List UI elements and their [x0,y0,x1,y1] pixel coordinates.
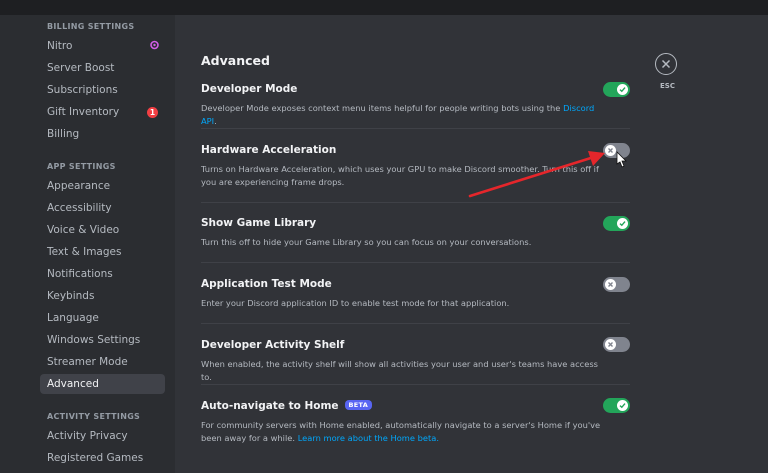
sidebar-item-label: Appearance [47,180,111,192]
close-settings-button[interactable] [655,53,677,75]
hardware-acceleration-toggle[interactable] [603,143,630,158]
sidebar-item-label: Windows Settings [47,334,141,346]
setting-description: Developer Mode exposes context menu item… [201,103,595,126]
x-icon [608,148,613,153]
toggle-knob [605,279,616,290]
settings-content: Advanced Developer Mode Developer Mode e… [175,15,768,473]
developer-activity-shelf-toggle[interactable] [603,337,630,352]
sidebar-item-label: Registered Games [47,452,144,464]
sidebar-item-label: Notifications [47,268,113,280]
sidebar-item-label: Billing [47,128,80,140]
sidebar-item-voice-video[interactable]: Voice & Video [40,220,165,240]
x-icon [608,282,613,287]
activity-settings-header: ACTIVITY SETTINGS [47,412,141,421]
sidebar-item-activity-privacy[interactable]: Activity Privacy [40,426,165,446]
setting-description: Turns on Hardware Acceleration, which us… [201,164,599,187]
setting-title: Auto-navigate to Home BETA [201,400,630,412]
setting-developer-mode: Developer Mode Developer Mode exposes co… [201,83,630,128]
billing-settings-header: BILLING SETTINGS [47,22,135,31]
notification-badge: 1 [147,107,158,118]
setting-description: For community servers with Home enabled,… [201,420,601,443]
sidebar-item-notifications[interactable]: Notifications [40,264,165,284]
sidebar-item-language[interactable]: Language [40,308,165,328]
divider [201,384,630,385]
setting-show-game-library: Show Game Library Turn this off to hide … [201,217,630,249]
sidebar-item-billing[interactable]: Billing [40,124,165,144]
check-icon [619,87,626,93]
sidebar-item-label: Gift Inventory [47,106,120,118]
toggle-knob [617,218,628,229]
developer-mode-toggle[interactable] [603,82,630,97]
setting-title: Show Game Library [201,217,317,229]
sidebar-item-advanced[interactable]: Advanced [40,374,165,394]
setting-application-test-mode: Application Test Mode Enter your Discord… [201,278,630,310]
settings-sidebar: BILLING SETTINGS Nitro Server Boost Subs… [0,15,175,473]
sidebar-item-label: Streamer Mode [47,356,128,368]
setting-description: Enter your Discord application ID to ena… [201,298,510,308]
application-test-mode-toggle[interactable] [603,277,630,292]
sidebar-item-label: Language [47,312,99,324]
sidebar-item-label: Keybinds [47,290,95,302]
show-game-library-toggle[interactable] [603,216,630,231]
divider [201,323,630,324]
setting-developer-activity-shelf: Developer Activity Shelf When enabled, t… [201,339,630,384]
esc-label: ESC [660,82,675,90]
sidebar-item-server-boost[interactable]: Server Boost [40,58,165,78]
sidebar-item-label: Subscriptions [47,84,118,96]
sidebar-item-label: Advanced [47,378,99,390]
sidebar-item-subscriptions[interactable]: Subscriptions [40,80,165,100]
sidebar-item-accessibility[interactable]: Accessibility [40,198,165,218]
toggle-knob [617,400,628,411]
toggle-knob [605,339,616,350]
setting-title: Developer Mode [201,83,298,95]
nitro-icon [150,40,159,50]
divider [201,262,630,263]
sidebar-item-label: Server Boost [47,62,115,74]
check-icon [619,221,626,227]
sidebar-item-label: Accessibility [47,202,112,214]
toggle-knob [605,145,616,156]
learn-more-home-beta-link[interactable]: Learn more about the Home beta. [298,433,439,443]
divider [201,128,630,129]
sidebar-item-label: Voice & Video [47,224,120,236]
sidebar-item-nitro[interactable]: Nitro [40,36,165,56]
check-icon [619,403,626,409]
auto-navigate-home-toggle[interactable] [603,398,630,413]
toggle-knob [617,84,628,95]
beta-badge: BETA [344,400,373,410]
sidebar-item-text-images[interactable]: Text & Images [40,242,165,262]
setting-description: Turn this off to hide your Game Library … [201,237,532,247]
setting-title: Developer Activity Shelf [201,339,345,351]
page-title: Advanced [201,53,270,68]
sidebar-item-label: Text & Images [47,246,122,258]
sidebar-item-streamer-mode[interactable]: Streamer Mode [40,352,165,372]
setting-description: When enabled, the activity shelf will sh… [201,359,598,382]
sidebar-item-label: Nitro [47,40,73,52]
x-icon [608,342,613,347]
sidebar-item-keybinds[interactable]: Keybinds [40,286,165,306]
setting-auto-navigate-home: Auto-navigate to Home BETA For community … [201,400,630,445]
setting-title: Application Test Mode [201,278,332,290]
window-top-bar [0,0,768,15]
sidebar-item-registered-games[interactable]: Registered Games [40,448,165,468]
sidebar-item-label: Activity Privacy [47,430,128,442]
divider [201,202,630,203]
app-settings-header: APP SETTINGS [47,162,116,171]
setting-hardware-acceleration: Hardware Acceleration Turns on Hardware … [201,144,630,189]
sidebar-item-windows-settings[interactable]: Windows Settings [40,330,165,350]
sidebar-item-appearance[interactable]: Appearance [40,176,165,196]
close-icon [661,59,671,69]
sidebar-item-gift-inventory[interactable]: Gift Inventory 1 [40,102,165,122]
setting-title: Hardware Acceleration [201,144,337,156]
